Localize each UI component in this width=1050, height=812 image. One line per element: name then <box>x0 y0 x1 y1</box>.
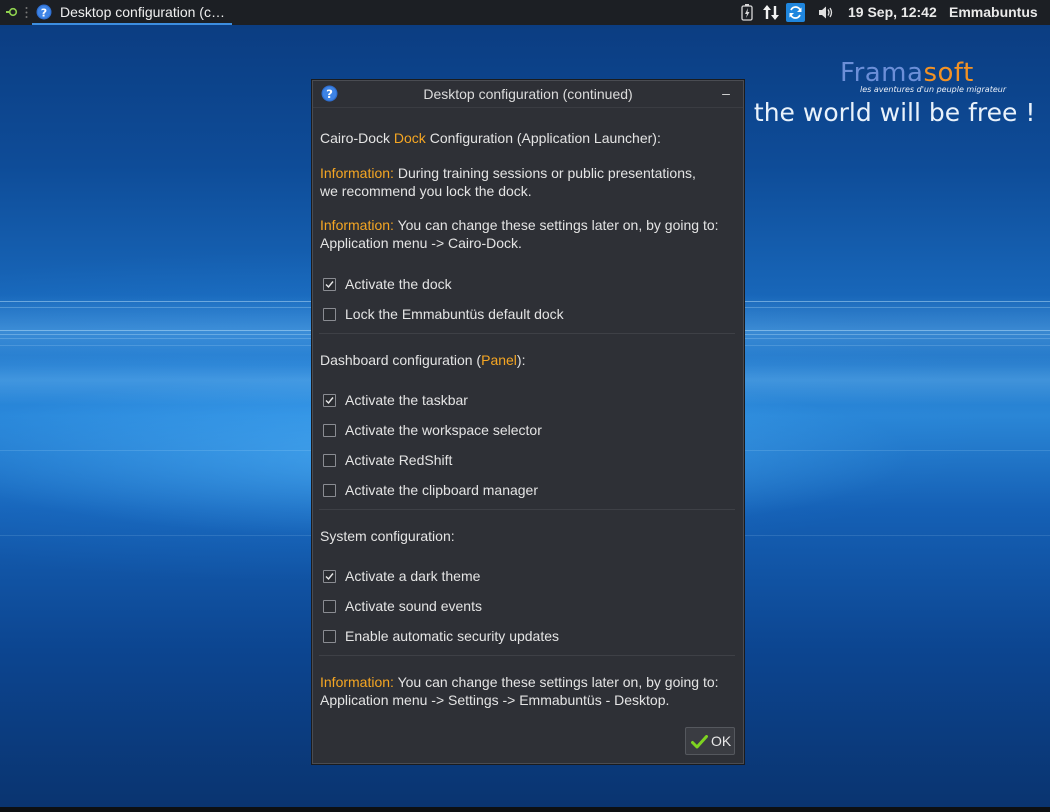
checkmark-icon <box>325 397 334 405</box>
ok-button-label: OK <box>711 733 732 749</box>
checkbox-label: Activate a dark theme <box>345 568 481 584</box>
dialog-title: Desktop configuration (continued) <box>423 86 633 102</box>
checkbox[interactable] <box>323 454 336 467</box>
checkbox[interactable] <box>323 424 336 437</box>
network-transfer-icon[interactable] <box>762 4 780 21</box>
info-text-2: Information: You can change these settin… <box>320 217 719 251</box>
info-text-3: Information: You can change these settin… <box>320 674 719 708</box>
checkbox-label: Activate the taskbar <box>345 392 468 408</box>
top-panel: ? Desktop configuration (c… 19 Sep, 12:4… <box>0 0 1050 25</box>
ok-button[interactable]: OK <box>685 727 735 755</box>
minimize-button[interactable]: – <box>717 85 735 103</box>
checkbox[interactable] <box>323 600 336 613</box>
panel-section-heading: Dashboard configuration (Panel): <box>320 352 526 368</box>
checkmark-icon <box>325 281 334 289</box>
checkbox[interactable] <box>323 394 336 407</box>
framasoft-tagline: les aventures d'un peuple migrateur <box>860 85 1007 94</box>
checkbox-label: Activate the workspace selector <box>345 422 542 438</box>
section-divider <box>319 333 735 334</box>
panel-username[interactable]: Emmabuntus <box>949 4 1038 20</box>
framasoft-logo: Framasoft <box>840 58 974 88</box>
dialog-titlebar[interactable]: ? Desktop configuration (continued) – <box>313 81 743 108</box>
section-divider <box>319 655 735 656</box>
software-update-icon[interactable] <box>786 3 805 22</box>
checkmark-icon <box>325 573 334 581</box>
bottom-strip <box>0 807 1050 812</box>
checkbox-label: Enable automatic security updates <box>345 628 560 644</box>
section-divider <box>319 509 735 510</box>
checkbox[interactable] <box>323 308 336 321</box>
battery-icon[interactable] <box>741 4 753 21</box>
dock-section-heading: Cairo-Dock Dock Configuration (Applicati… <box>320 130 661 146</box>
checkbox-label: Lock the Emmabuntüs default dock <box>345 306 564 322</box>
system-section-heading: System configuration: <box>320 528 455 544</box>
checkbox-label: Activate RedShift <box>345 452 453 468</box>
checkbox-label: Activate sound events <box>345 598 482 614</box>
checkbox[interactable] <box>323 630 336 643</box>
panel-separator-handle[interactable] <box>25 6 28 19</box>
checkbox-label: Activate the dock <box>345 276 452 292</box>
volume-icon[interactable] <box>818 5 834 20</box>
checkmark-icon <box>691 735 708 749</box>
taskbar-window-button[interactable]: ? Desktop configuration (c… <box>32 0 232 25</box>
checkbox[interactable] <box>323 278 336 291</box>
checkbox[interactable] <box>323 484 336 497</box>
desktop-configuration-dialog: ? Desktop configuration (continued) – Ca… <box>312 80 744 764</box>
wallpaper-slogan: , the world will be free ! <box>738 98 1036 127</box>
checkbox-label: Activate the clipboard manager <box>345 482 538 498</box>
help-question-icon: ? <box>36 4 52 20</box>
checkbox[interactable] <box>323 570 336 583</box>
whisker-menu-icon[interactable] <box>6 6 18 18</box>
taskbar-window-title: Desktop configuration (c… <box>60 4 225 20</box>
svg-text:?: ? <box>41 6 47 19</box>
info-text-1: Information: During training sessions or… <box>320 165 696 199</box>
panel-clock[interactable]: 19 Sep, 12:42 <box>848 4 937 20</box>
